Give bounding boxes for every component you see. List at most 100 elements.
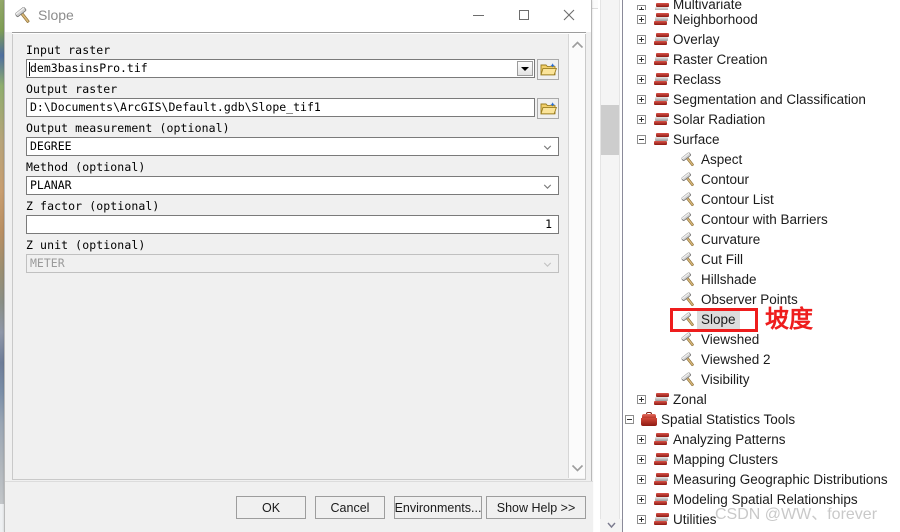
tree-item-solar-radiation[interactable]: Solar Radiation <box>623 110 900 130</box>
field-input-input-raster[interactable]: dem3basinsPro.tif <box>26 59 535 78</box>
field-row-output-measurement: DEGREE <box>26 137 559 156</box>
expand-icon[interactable] <box>637 95 646 104</box>
tree-item-contour-with-barriers[interactable]: Contour with Barriers <box>623 210 900 230</box>
hammer-icon <box>681 252 694 267</box>
toolset-icon <box>653 493 669 507</box>
hammer-icon <box>681 312 694 327</box>
minimize-button[interactable] <box>456 0 501 30</box>
toolset-icon <box>653 53 669 67</box>
background-scrollbar-down-arrow[interactable] <box>600 519 622 532</box>
expand-icon[interactable] <box>637 395 646 404</box>
expand-icon[interactable] <box>637 475 646 484</box>
background-scrollbar-thumb[interactable] <box>601 105 619 155</box>
tree-item-viewshed[interactable]: Viewshed <box>623 330 900 350</box>
tree-item-label: Visibility <box>701 372 750 387</box>
expand-icon[interactable] <box>637 115 646 124</box>
scroll-up-arrow[interactable] <box>569 36 585 53</box>
triangle-down-icon <box>521 66 529 71</box>
tree-item-measuring-geographic-distributions[interactable]: Measuring Geographic Distributions <box>623 470 900 490</box>
hammer-icon <box>681 372 694 387</box>
field-row-input-raster: dem3basinsPro.tif <box>26 59 559 80</box>
close-button[interactable] <box>546 0 591 30</box>
parameter-form: Input raster dem3basinsPro.tif Output rast… <box>26 43 559 277</box>
scroll-down-arrow[interactable] <box>569 459 585 476</box>
browse-button-input-raster[interactable] <box>537 59 559 80</box>
tree-item-hillshade[interactable]: Hillshade <box>623 270 900 290</box>
tree-item-curvature[interactable]: Curvature <box>623 230 900 250</box>
tree-item-label: Overlay <box>673 32 720 47</box>
hammer-icon <box>681 372 697 388</box>
tree-item-zonal[interactable]: Zonal <box>623 390 900 410</box>
toolset-icon <box>653 113 669 127</box>
expand-icon[interactable] <box>637 75 646 84</box>
browse-button-output-raster[interactable] <box>537 98 559 119</box>
tree-item-analyzing-patterns[interactable]: Analyzing Patterns <box>623 430 900 450</box>
slope-tool-dialog: Slope Input raster dem3basinsPro.tif Outpu… <box>4 0 593 532</box>
tree-item-observer-points[interactable]: Observer Points <box>623 290 900 310</box>
environments-button[interactable]: Environments... <box>394 496 482 519</box>
hammer-icon <box>681 232 697 248</box>
tree-item-slope[interactable]: Slope <box>623 310 900 330</box>
tree-item-multivariate[interactable]: Multivariate <box>623 0 900 10</box>
toolset-icon <box>653 13 669 27</box>
expand-icon[interactable] <box>637 515 646 524</box>
dropdown-arrow-input-raster[interactable] <box>517 61 533 76</box>
expand-icon[interactable] <box>637 495 646 504</box>
tree-item-label: Raster Creation <box>673 52 768 67</box>
collapse-icon[interactable] <box>625 415 634 424</box>
tree-item-segmentation-and-classification[interactable]: Segmentation and Classification <box>623 90 900 110</box>
field-row-output-raster: D:\Documents\ArcGIS\Default.gdb\Slope_ti… <box>26 98 559 119</box>
field-input-method[interactable]: PLANAR <box>26 176 559 195</box>
tree-item-cut-fill[interactable]: Cut Fill <box>623 250 900 270</box>
tree-item-mapping-clusters[interactable]: Mapping Clusters <box>623 450 900 470</box>
tree-item-surface[interactable]: Surface <box>623 130 900 150</box>
folder-open-icon <box>539 102 557 115</box>
tree-item-visibility[interactable]: Visibility <box>623 370 900 390</box>
maximize-button[interactable] <box>501 0 546 30</box>
cancel-button[interactable]: Cancel <box>315 496 385 519</box>
hammer-icon <box>681 172 694 187</box>
expand-icon[interactable] <box>637 15 646 24</box>
annotation-chinese-label: 坡度 <box>765 305 813 333</box>
tree-item-contour[interactable]: Contour <box>623 170 900 190</box>
hammer-icon <box>681 272 697 288</box>
field-label-output-measurement: Output measurement (optional) <box>26 121 230 135</box>
tree-item-reclass[interactable]: Reclass <box>623 70 900 90</box>
hammer-icon <box>681 352 697 368</box>
hammer-icon <box>681 192 697 208</box>
dialog-vertical-scrollbar[interactable] <box>568 34 585 478</box>
tree-item-label: Utilities <box>673 512 717 527</box>
tree-item-label: Slope <box>697 310 740 330</box>
tree-item-label: Multivariate <box>673 0 743 10</box>
expand-icon[interactable] <box>637 455 646 464</box>
expand-icon[interactable] <box>637 35 646 44</box>
toolset-icon <box>653 33 669 47</box>
dialog-body: Input raster dem3basinsPro.tif Output rast… <box>12 34 586 480</box>
tree-item-label: Spatial Statistics Tools <box>661 412 796 427</box>
expand-icon[interactable] <box>637 435 646 444</box>
hammer-icon <box>681 332 694 347</box>
collapse-icon[interactable] <box>637 135 646 144</box>
toolbox-tree[interactable]: Multivariate Neighborhood Overlay Raster Cr… <box>623 0 900 532</box>
field-label-z-factor: Z factor (optional) <box>26 199 160 213</box>
tree-item-label: Curvature <box>701 232 761 247</box>
dialog-titlebar[interactable]: Slope <box>5 0 591 32</box>
field-input-z-factor[interactable]: 1 <box>26 215 559 234</box>
field-input-output-measurement[interactable]: DEGREE <box>26 137 559 156</box>
expand-icon[interactable] <box>637 55 646 64</box>
tree-item-neighborhood[interactable]: Neighborhood <box>623 10 900 30</box>
tree-item-spatial-statistics-tools[interactable]: Spatial Statistics Tools <box>623 410 900 430</box>
tree-item-overlay[interactable]: Overlay <box>623 30 900 50</box>
background-vertical-scrollbar[interactable] <box>600 0 620 519</box>
show-help-button[interactable]: Show Help >> <box>486 496 586 519</box>
hammer-icon <box>681 172 697 188</box>
field-label-output-raster: Output raster <box>26 82 118 96</box>
close-icon <box>563 9 574 21</box>
tree-item-contour-list[interactable]: Contour List <box>623 190 900 210</box>
tree-item-viewshed-2[interactable]: Viewshed 2 <box>623 350 900 370</box>
hammer-icon <box>681 312 697 328</box>
ok-button[interactable]: OK <box>236 496 306 519</box>
tree-item-aspect[interactable]: Aspect <box>623 150 900 170</box>
field-input-output-raster[interactable]: D:\Documents\ArcGIS\Default.gdb\Slope_ti… <box>26 98 535 117</box>
tree-item-raster-creation[interactable]: Raster Creation <box>623 50 900 70</box>
